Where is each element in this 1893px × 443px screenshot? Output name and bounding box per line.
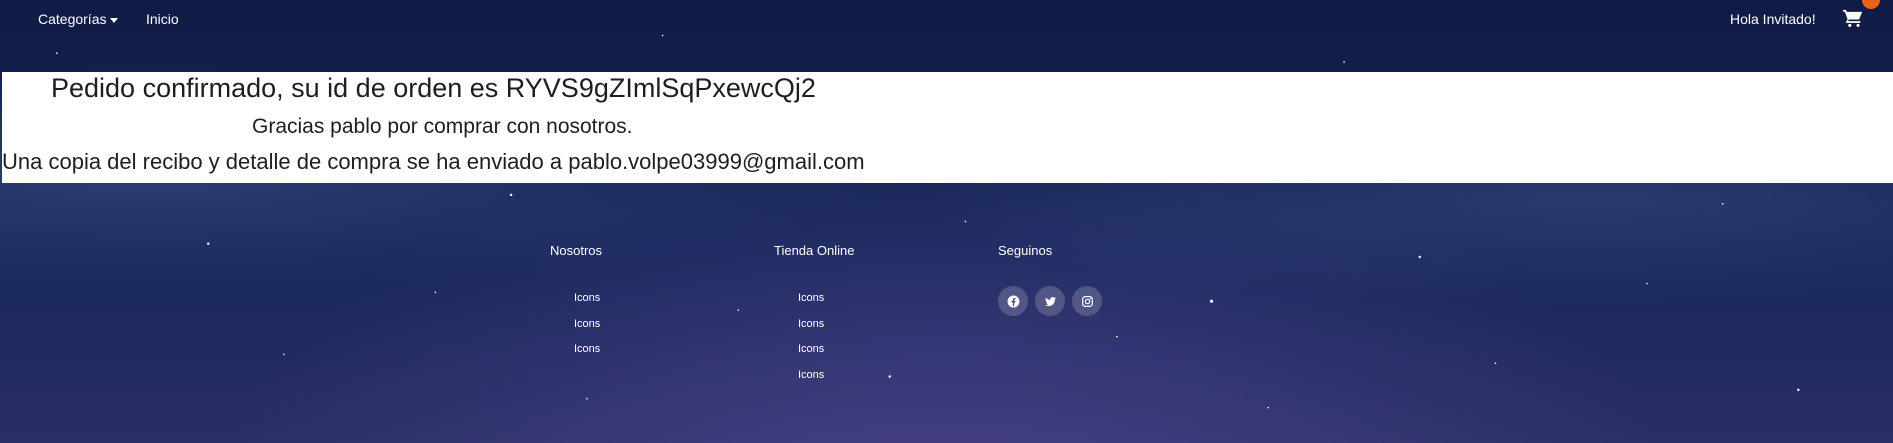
shopping-cart-icon[interactable] — [1842, 8, 1864, 30]
navbar: Categorías Inicio Hola Invitado! — [0, 0, 1893, 38]
footer-link[interactable]: Icons — [574, 312, 694, 338]
twitter-icon[interactable] — [1035, 286, 1065, 316]
footer-link[interactable]: Icons — [574, 286, 694, 312]
categorias-dropdown[interactable]: Categorías — [38, 11, 119, 27]
footer-links-tienda-online: Icons Icons Icons Icons — [798, 286, 918, 388]
cart-badge — [1862, 0, 1880, 9]
inicio-link[interactable]: Inicio — [146, 11, 179, 27]
social-links — [998, 286, 1118, 318]
footer-heading-nosotros: Nosotros — [550, 243, 603, 258]
order-confirmation-panel: Pedido confirmado, su id de orden es RYV… — [2, 72, 1893, 183]
facebook-icon[interactable] — [998, 286, 1028, 316]
footer-links-nosotros: Icons Icons Icons — [574, 286, 694, 363]
thank-you-message: Gracias pablo por comprar con nosotros. — [252, 115, 633, 138]
footer-link[interactable]: Icons — [574, 337, 694, 363]
order-confirmed-title: Pedido confirmado, su id de orden es RYV… — [51, 73, 816, 103]
footer-heading-seguinos: Seguinos — [998, 243, 1053, 258]
footer-link[interactable]: Icons — [798, 337, 918, 363]
receipt-email-notice: Una copia del recibo y detalle de compra… — [2, 149, 865, 174]
caret-down-icon — [110, 17, 119, 23]
footer-link[interactable]: Icons — [798, 312, 918, 338]
categorias-label: Categorías — [38, 11, 107, 27]
footer-heading-tienda-online: Tienda Online — [774, 243, 855, 258]
instagram-icon[interactable] — [1072, 286, 1102, 316]
footer-link[interactable]: Icons — [798, 363, 918, 389]
user-greeting[interactable]: Hola Invitado! — [1730, 11, 1816, 27]
footer-link[interactable]: Icons — [798, 286, 918, 312]
